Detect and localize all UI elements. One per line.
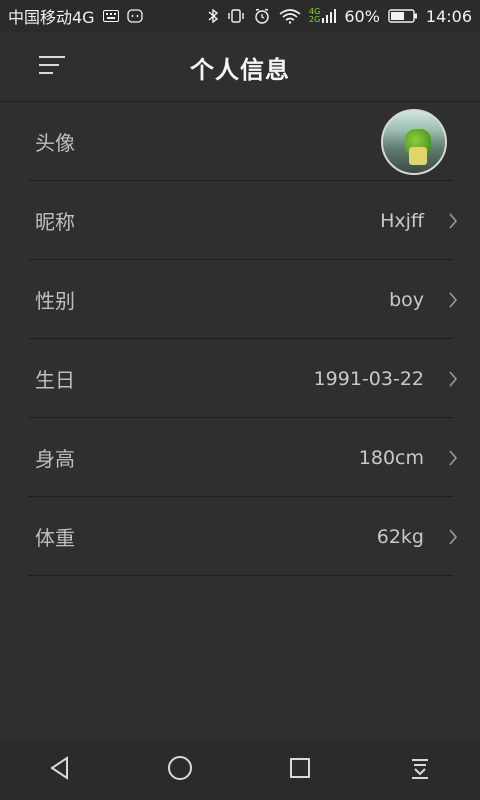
profile-list: 头像 昵称 Hxjff 性别 boy 生日 1991-03-22 身高 180c… — [0, 102, 480, 576]
keyboard-icon — [102, 7, 119, 25]
profile-row-gender[interactable]: 性别 boy — [0, 260, 480, 339]
profile-row-nickname[interactable]: 昵称 Hxjff — [0, 181, 480, 260]
menu-icon — [37, 53, 67, 81]
gender-value: boy — [389, 288, 424, 311]
wifi-icon — [279, 7, 301, 25]
back-icon — [47, 755, 73, 785]
profile-row-avatar[interactable]: 头像 — [0, 102, 480, 181]
nickname-value: Hxjff — [380, 209, 424, 232]
home-button[interactable] — [150, 748, 210, 792]
avatar-label: 头像 — [35, 131, 75, 155]
birthday-value: 1991-03-22 — [313, 367, 424, 390]
recents-button[interactable] — [270, 748, 330, 792]
row-divider — [28, 575, 453, 576]
chevron-right-icon — [446, 212, 460, 230]
birthday-label: 生日 — [35, 368, 75, 392]
notification-pull-icon — [407, 755, 433, 785]
profile-row-height[interactable]: 身高 180cm — [0, 418, 480, 497]
nickname-label: 昵称 — [35, 210, 75, 234]
vibrate-icon — [227, 7, 245, 25]
home-icon — [166, 754, 194, 786]
carrier-label: 中国移动4G — [8, 8, 95, 27]
page-title: 个人信息 — [190, 55, 290, 84]
height-label: 身高 — [35, 447, 75, 471]
battery-percent: 60% — [344, 6, 380, 26]
chevron-right-icon — [446, 528, 460, 546]
signal-icon: 4G 2G — [309, 7, 337, 25]
battery-icon — [388, 7, 418, 25]
weight-label: 体重 — [35, 526, 75, 550]
navigation-bar — [0, 740, 480, 800]
avatar-image-pot — [409, 146, 427, 165]
android-icon — [126, 7, 143, 25]
profile-row-birthday[interactable]: 生日 1991-03-22 — [0, 339, 480, 418]
profile-row-weight[interactable]: 体重 62kg — [0, 497, 480, 576]
network-label-2g: 2G — [309, 15, 321, 24]
clock: 14:06 — [425, 6, 472, 26]
recents-icon — [287, 755, 313, 785]
menu-button[interactable] — [32, 52, 72, 82]
app-bar: 个人信息 — [0, 32, 480, 102]
notification-pull-button[interactable] — [390, 748, 450, 792]
height-value: 180cm — [358, 446, 424, 469]
chevron-right-icon — [446, 370, 460, 388]
gender-label: 性别 — [35, 289, 75, 313]
chevron-right-icon — [446, 291, 460, 309]
alarm-icon — [253, 7, 271, 25]
back-button[interactable] — [30, 748, 90, 792]
weight-value: 62kg — [376, 525, 424, 548]
status-bar: 中国移动4G 4G 2G 60% 14:06 — [0, 0, 480, 32]
avatar[interactable] — [381, 108, 447, 175]
bluetooth-icon — [207, 7, 219, 25]
chevron-right-icon — [446, 449, 460, 467]
